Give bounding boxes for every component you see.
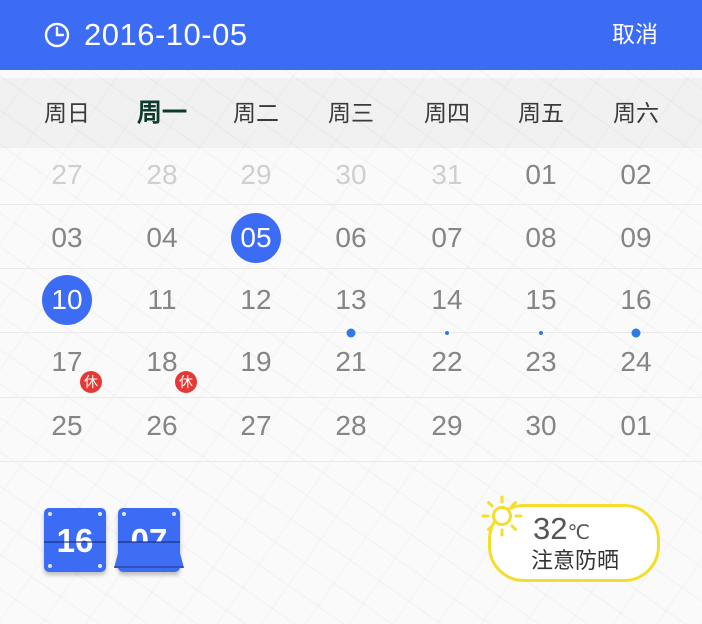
day-cell[interactable]: 02 [608, 151, 664, 199]
weekday-6: 周六 [613, 100, 659, 126]
day-cell[interactable]: 31 [419, 151, 475, 199]
day-cell[interactable]: 21 [323, 338, 379, 386]
day-cell[interactable]: 29 [419, 402, 475, 450]
event-dot [445, 331, 449, 335]
event-dot [346, 328, 356, 338]
sun-icon [481, 495, 523, 537]
day-cell[interactable]: 29 [228, 151, 284, 199]
temperature: 32℃ [533, 511, 590, 551]
day-cell[interactable]: 27 [39, 151, 95, 199]
weekday-5: 周五 [518, 100, 564, 126]
day-cell[interactable]: 06 [323, 214, 379, 262]
flip-seam [118, 541, 180, 543]
holiday-badge: 休 [175, 371, 197, 393]
event-dot [631, 328, 641, 338]
day-cell[interactable]: 19 [228, 338, 284, 386]
day-cell[interactable]: 08 [513, 214, 569, 262]
event-dot [539, 331, 543, 335]
day-cell[interactable]: 11 [134, 276, 190, 324]
hour-flip-card[interactable]: 16 [44, 508, 106, 572]
flipping-page [114, 542, 184, 568]
weekday-1: 周一 [136, 99, 187, 127]
day-cell[interactable]: 03 [39, 214, 95, 262]
day-cell[interactable]: 23 [513, 338, 569, 386]
minute-flip-card[interactable]: 07 [114, 508, 184, 572]
weekday-0: 周日 [44, 100, 90, 126]
day-cell[interactable]: 16 [608, 276, 664, 324]
day-cell[interactable]: 04 [134, 214, 190, 262]
temperature-value: 32 [533, 511, 568, 546]
row-divider [0, 204, 702, 205]
day-cell[interactable]: 30 [323, 151, 379, 199]
clock-icon [44, 22, 70, 48]
hour-value: 16 [56, 522, 94, 559]
day-cell[interactable]: 13 [323, 276, 379, 324]
day-cell[interactable]: 05 [228, 214, 284, 262]
day-cell[interactable]: 26 [134, 402, 190, 450]
weather-advice: 注意防晒 [531, 548, 620, 573]
weekday-2: 周二 [233, 100, 279, 126]
flip-seam [44, 541, 106, 543]
day-cell[interactable]: 30 [513, 402, 569, 450]
weekday-3: 周三 [328, 100, 374, 126]
cancel-button[interactable]: 取消 [612, 18, 658, 50]
day-cell[interactable]: 10 [39, 276, 95, 324]
temperature-unit: ℃ [567, 522, 590, 544]
day-cell[interactable]: 14 [419, 276, 475, 324]
day-cell[interactable]: 12 [228, 276, 284, 324]
day-cell[interactable]: 24 [608, 338, 664, 386]
header-bar: 2016-10-05 取消 [0, 0, 702, 70]
day-cell[interactable]: 28 [134, 151, 190, 199]
day-cell[interactable]: 15 [513, 276, 569, 324]
day-cell[interactable]: 07 [419, 214, 475, 262]
day-cell[interactable]: 01 [513, 151, 569, 199]
day-cell[interactable]: 27 [228, 402, 284, 450]
row-divider [0, 397, 702, 398]
header-date: 2016-10-05 [84, 17, 248, 52]
day-cell[interactable]: 09 [608, 214, 664, 262]
day-cell[interactable]: 22 [419, 338, 475, 386]
weekday-4: 周四 [424, 100, 470, 126]
day-cell[interactable]: 25 [39, 402, 95, 450]
row-divider [0, 268, 702, 269]
weekday-header: 周日 周一 周二 周三 周四 周五 周六 [0, 78, 702, 148]
day-cell[interactable]: 28 [323, 402, 379, 450]
day-cell[interactable]: 01 [608, 402, 664, 450]
row-divider [0, 461, 702, 462]
holiday-badge: 休 [80, 371, 102, 393]
